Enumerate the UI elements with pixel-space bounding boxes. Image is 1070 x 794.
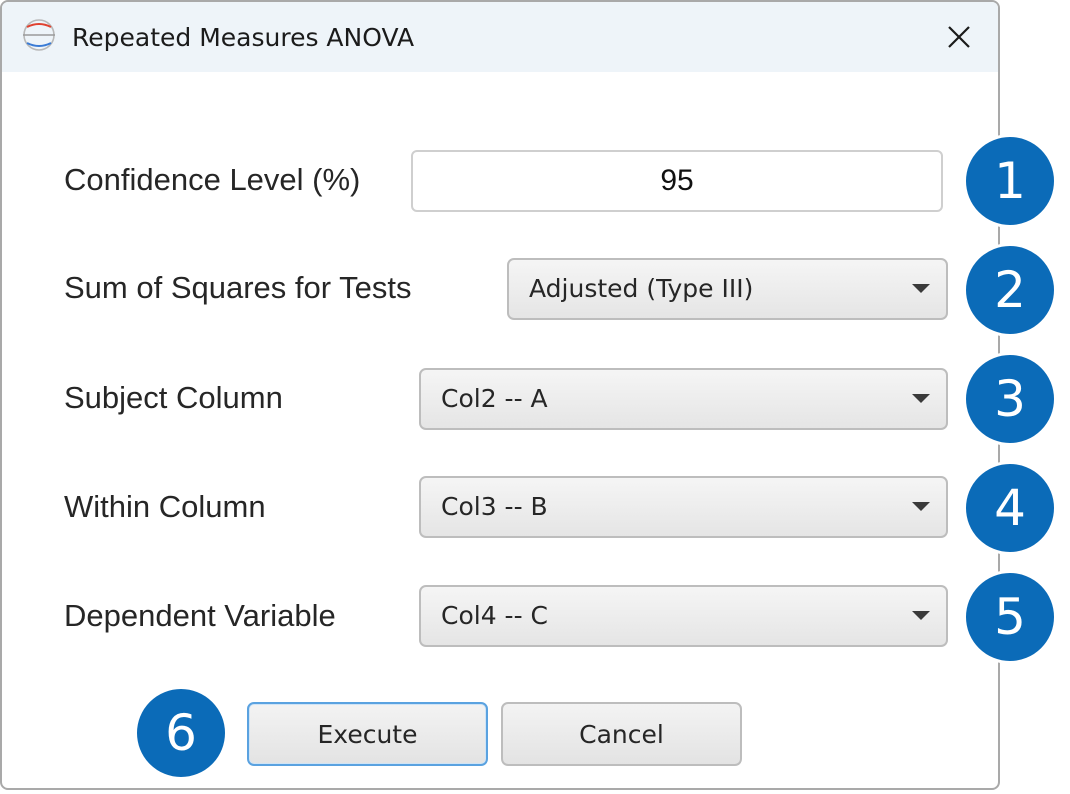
page: Repeated Measures ANOVA Confidence Level… <box>0 0 1070 794</box>
cancel-button[interactable]: Cancel <box>501 702 742 766</box>
chevron-down-icon <box>912 502 930 511</box>
chevron-down-icon <box>912 284 930 293</box>
callout-badge-6: 6 <box>134 686 228 780</box>
chevron-down-icon <box>912 394 930 403</box>
sum-of-squares-selected: Adjusted (Type III) <box>529 274 754 303</box>
subject-column-label: Subject Column <box>64 380 283 415</box>
close-icon <box>948 26 970 48</box>
window-title: Repeated Measures ANOVA <box>72 23 415 52</box>
confidence-level-label: Confidence Level (%) <box>64 162 361 197</box>
dependent-variable-dropdown[interactable]: Col4 -- C <box>419 585 948 647</box>
dependent-variable-selected: Col4 -- C <box>441 601 548 630</box>
callout-badge-1: 1 <box>963 134 1057 228</box>
within-column-dropdown[interactable]: Col3 -- B <box>419 476 948 538</box>
anova-app-icon <box>23 19 55 51</box>
sum-of-squares-label: Sum of Squares for Tests <box>64 270 412 305</box>
confidence-level-input[interactable] <box>411 150 943 212</box>
chevron-down-icon <box>912 611 930 620</box>
callout-badge-2: 2 <box>963 243 1057 337</box>
within-column-selected: Col3 -- B <box>441 492 548 521</box>
dialog-window: Repeated Measures ANOVA Confidence Level… <box>0 0 1000 790</box>
callout-badge-3: 3 <box>963 352 1057 446</box>
dependent-variable-label: Dependent Variable <box>64 598 336 633</box>
execute-button[interactable]: Execute <box>247 702 488 766</box>
title-bar: Repeated Measures ANOVA <box>2 2 998 72</box>
callout-badge-5: 5 <box>963 570 1057 664</box>
close-button[interactable] <box>920 2 998 72</box>
within-column-label: Within Column <box>64 489 266 524</box>
sum-of-squares-dropdown[interactable]: Adjusted (Type III) <box>507 258 948 320</box>
subject-column-dropdown[interactable]: Col2 -- A <box>419 368 948 430</box>
callout-badge-4: 4 <box>963 461 1057 555</box>
subject-column-selected: Col2 -- A <box>441 384 548 413</box>
